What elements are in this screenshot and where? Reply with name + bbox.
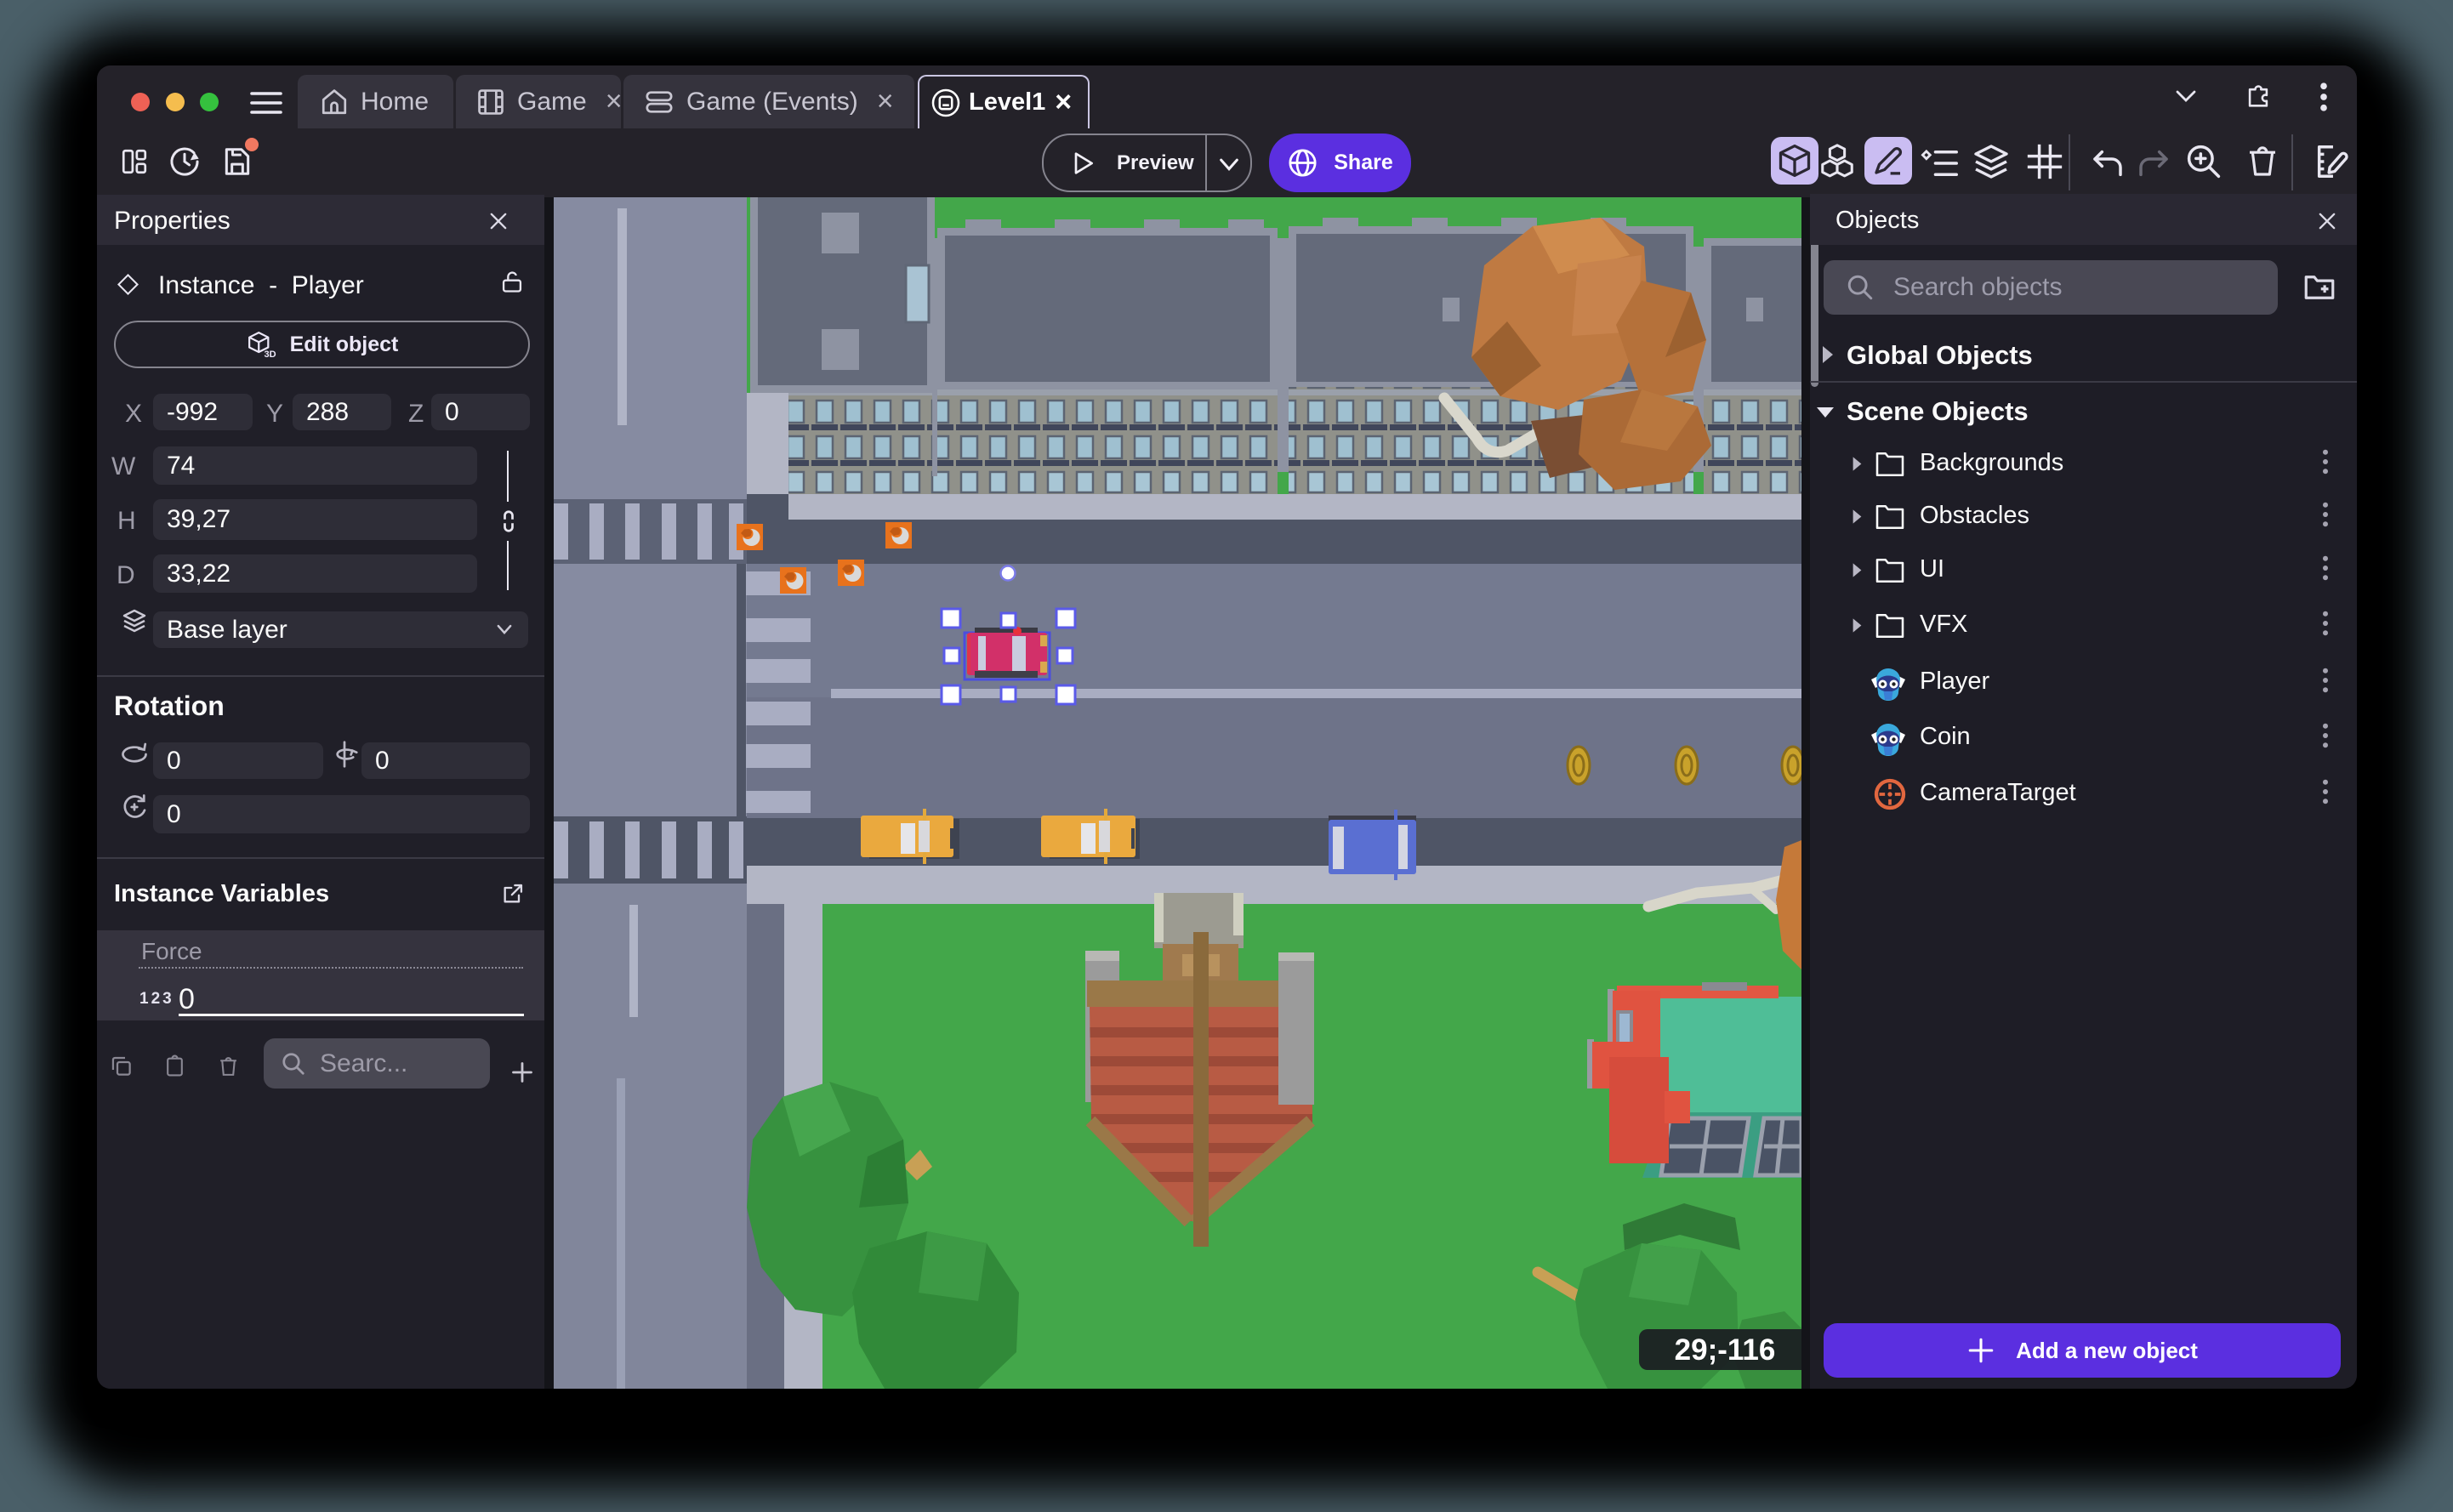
svg-text:29;-116: 29;-116 xyxy=(1675,1333,1776,1367)
svg-text:3D: 3D xyxy=(264,350,276,360)
